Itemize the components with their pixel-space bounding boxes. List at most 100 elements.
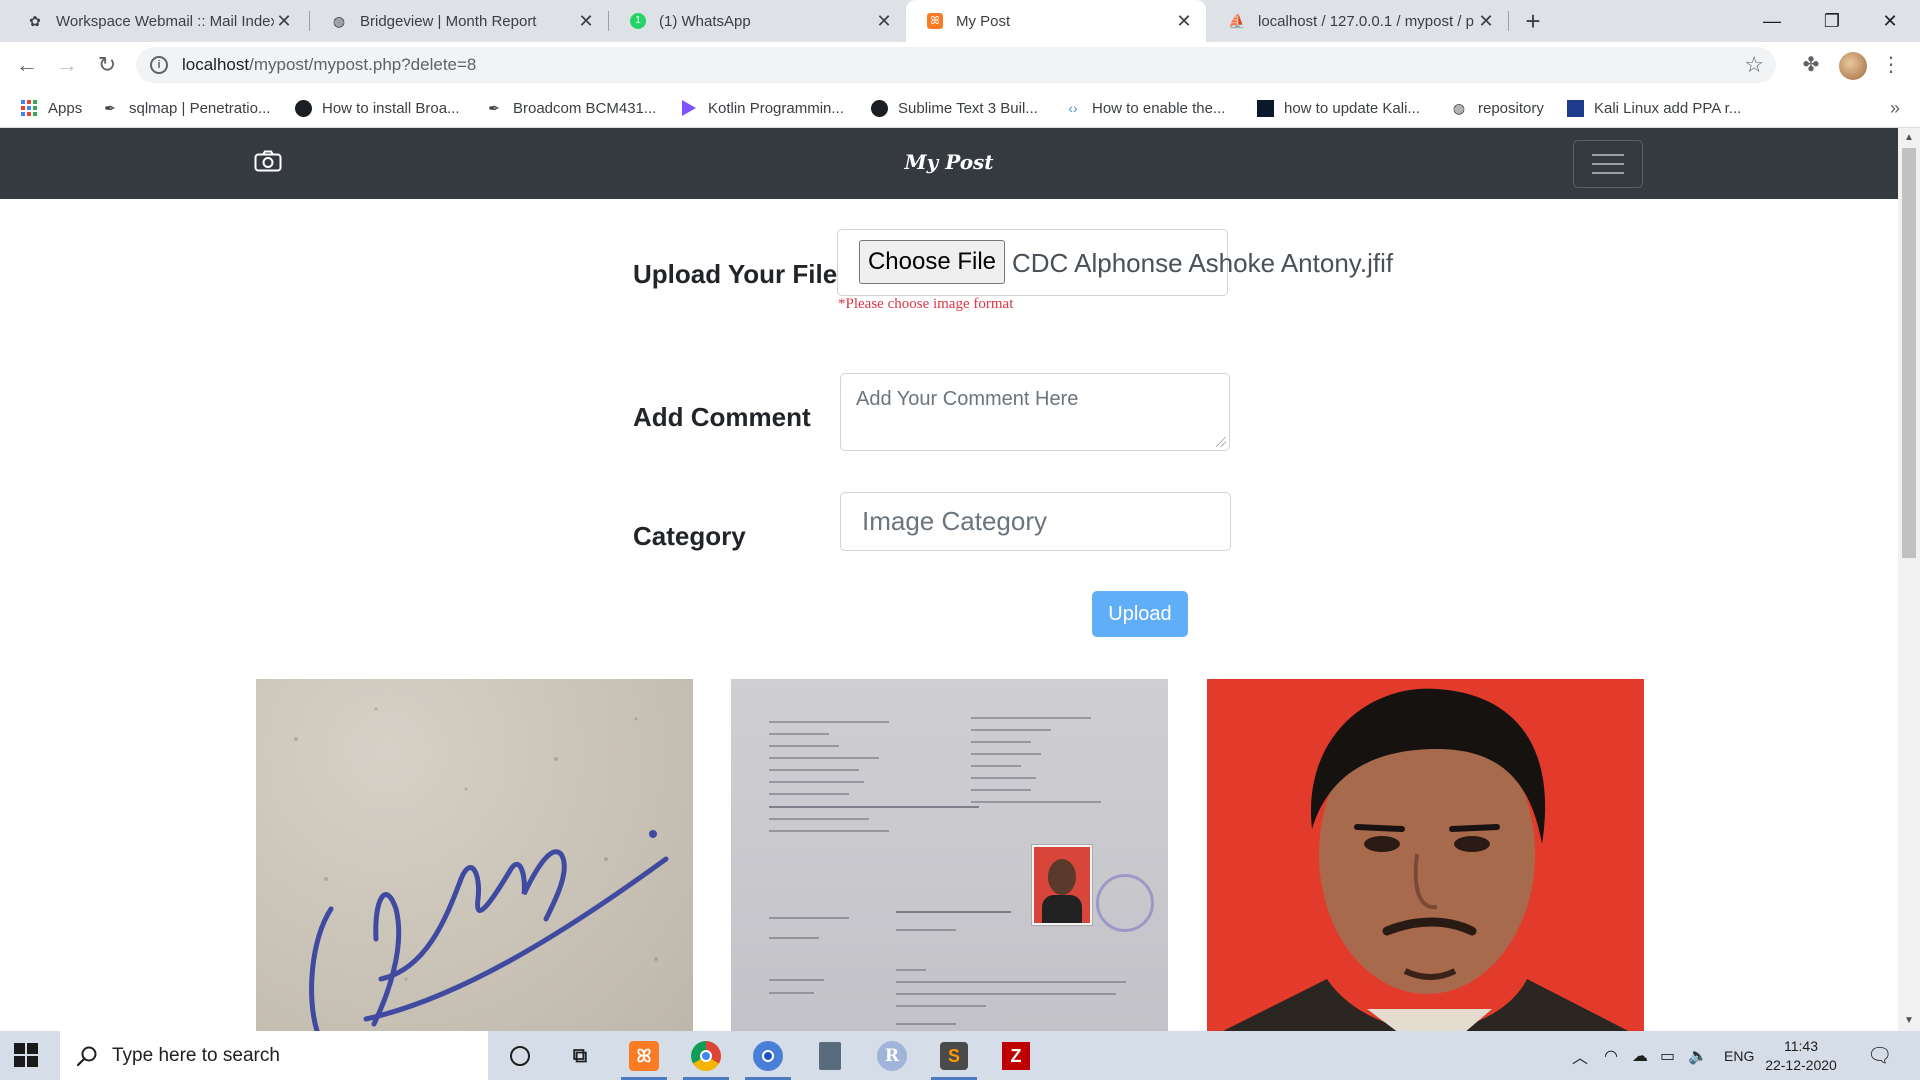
bookmark-broadcom-install[interactable]: How to install Broa... [294, 88, 460, 128]
bookmark-label: Broadcom BCM431... [513, 99, 657, 117]
chrome-icon[interactable] [689, 1039, 723, 1073]
battery-icon[interactable]: ▭ [1660, 1031, 1675, 1080]
new-tab-button[interactable]: + [1518, 6, 1548, 36]
close-tab-icon[interactable]: ✕ [874, 11, 894, 32]
bookmark-star-icon[interactable]: ☆ [1744, 52, 1764, 78]
notifications-icon[interactable]: 🗨 [1867, 1031, 1892, 1080]
category-label: Category [633, 521, 746, 551]
bookmark-enable[interactable]: ‹› How to enable the... [1064, 88, 1225, 128]
close-tab-icon[interactable]: ✕ [1476, 11, 1496, 32]
category-input[interactable]: Image Category [840, 492, 1231, 551]
document-text-line [769, 917, 849, 919]
close-tab-icon[interactable]: ✕ [274, 11, 294, 32]
bookmark-kali-update[interactable]: how to update Kali... [1256, 88, 1420, 128]
terminal-icon [1256, 99, 1274, 117]
tab-my-post[interactable]: ꕤ My Post ✕ [906, 0, 1206, 42]
r-icon[interactable]: R [875, 1039, 909, 1073]
scroll-up-arrow-icon[interactable]: ▲ [1898, 132, 1920, 143]
bookmark-sublime[interactable]: Sublime Text 3 Buil... [870, 88, 1038, 128]
system-clock[interactable]: 11:43 22-12-2020 [1765, 1037, 1837, 1075]
scrollbar-thumb[interactable] [1902, 148, 1916, 558]
bookmark-label: repository [1478, 99, 1544, 117]
document-text-line [896, 969, 926, 971]
cortana-icon[interactable] [503, 1039, 537, 1073]
reload-icon[interactable]: ↻ [92, 50, 122, 80]
comment-textarea[interactable]: Add Your Comment Here [840, 373, 1230, 451]
document-text-line [896, 1005, 986, 1007]
chrome-icon[interactable] [751, 1039, 785, 1073]
resize-grip-icon[interactable] [1216, 437, 1226, 447]
filezilla-icon[interactable]: Z [999, 1039, 1033, 1073]
signature-drawing [294, 707, 669, 1031]
show-hidden-icons-icon[interactable]: ︿ [1572, 1031, 1588, 1080]
windows-start-icon[interactable] [14, 1043, 38, 1067]
task-view-icon[interactable]: ⧉ [563, 1039, 597, 1073]
bookmark-kali-ppa[interactable]: Kali Linux add PPA r... [1566, 88, 1741, 128]
network-icon[interactable]: ◠ [1604, 1031, 1618, 1080]
bookmark-broadcom-bcm[interactable]: ✒ Broadcom BCM431... [485, 88, 656, 128]
sublime-icon[interactable]: S [937, 1039, 971, 1073]
bookmark-kotlin[interactable]: Kotlin Programmin... [680, 88, 844, 128]
taskbar-search-box[interactable]: Type here to search [60, 1031, 488, 1080]
more-bookmarks-icon[interactable]: » [1890, 88, 1900, 128]
address-bar[interactable]: i localhost/mypost/mypost.php?delete=8 ☆ [136, 47, 1776, 83]
github-icon [294, 99, 312, 117]
navbar-toggler-button[interactable] [1573, 140, 1643, 188]
extensions-puzzle-icon[interactable]: ✤ [1796, 50, 1826, 80]
bookmark-apps[interactable]: Apps [20, 88, 82, 128]
document-text-line [769, 781, 864, 783]
calculator-icon[interactable] [813, 1039, 847, 1073]
xampp-taskbar-icon[interactable]: ꕤ [627, 1039, 661, 1073]
document-text-line [769, 733, 829, 735]
phpmyadmin-icon: ⛵ [1228, 12, 1246, 29]
post-image-signature[interactable] [256, 679, 693, 1031]
profile-avatar[interactable] [1839, 52, 1867, 80]
post-image-portrait[interactable] [1207, 679, 1644, 1031]
post-image-document[interactable] [731, 679, 1168, 1031]
hamburger-line [1592, 163, 1624, 165]
apps-grid-icon [20, 99, 38, 117]
tab-phpmyadmin[interactable]: ⛵ localhost / 127.0.0.1 / mypost / p ✕ [1208, 0, 1508, 42]
bookmark-repository[interactable]: ◍ repository [1450, 88, 1544, 128]
forward-arrow-icon[interactable]: → [52, 50, 82, 80]
page-scrollbar[interactable]: ▲ ▼ [1898, 128, 1920, 1031]
bookmark-label: Kotlin Programmin... [708, 99, 844, 117]
document-stamp [1096, 874, 1154, 932]
tab-webmail[interactable]: ✿ Workspace Webmail :: Mail Index ✕ [6, 0, 306, 42]
bookmark-label: how to update Kali... [1284, 99, 1420, 117]
onedrive-icon[interactable]: ☁ [1632, 1031, 1648, 1080]
document-text-line [769, 937, 819, 939]
upload-button[interactable]: Upload [1092, 591, 1188, 637]
clock-date: 22-12-2020 [1765, 1057, 1837, 1073]
info-icon[interactable]: i [150, 56, 168, 74]
site-navbar: My Post [0, 128, 1898, 199]
volume-icon[interactable]: 🔈 [1688, 1031, 1708, 1080]
tab-separator [1508, 11, 1509, 31]
document-text-line [769, 992, 814, 994]
close-tab-icon[interactable]: ✕ [576, 11, 596, 32]
document-text-line [769, 721, 889, 723]
page-viewport: My Post Upload Your File Choose File CDC… [0, 128, 1898, 1031]
language-indicator[interactable]: ENG [1724, 1031, 1754, 1080]
hamburger-line [1592, 172, 1624, 174]
bookmark-label: Apps [48, 99, 83, 117]
tab-whatsapp[interactable]: 1 (1) WhatsApp ✕ [609, 0, 906, 42]
close-tab-icon[interactable]: ✕ [1174, 11, 1194, 32]
document-text-line [769, 769, 859, 771]
bookmark-label: How to enable the... [1092, 99, 1226, 117]
windows-taskbar: Type here to search ⧉ ꕤ R S Z ︿ ◠ ☁ ▭ 🔈 … [0, 1031, 1920, 1080]
more-menu-icon[interactable]: ⋮ [1876, 50, 1906, 80]
document-text-line [769, 745, 839, 747]
taskbar-search-placeholder: Type here to search [112, 1044, 280, 1066]
document-text-line [971, 801, 1101, 803]
restore-button[interactable]: ❐ [1802, 0, 1862, 42]
minimize-button[interactable]: — [1742, 0, 1802, 42]
bookmarks-bar: Apps ✒ sqlmap | Penetratio... How to ins… [0, 88, 1920, 128]
close-window-button[interactable]: ✕ [1860, 0, 1920, 42]
back-arrow-icon[interactable]: ← [12, 50, 42, 80]
tab-bridgeview[interactable]: ◍ Bridgeview | Month Report ✕ [310, 0, 608, 42]
bookmark-sqlmap[interactable]: ✒ sqlmap | Penetratio... [101, 88, 270, 128]
choose-file-button[interactable]: Choose File [859, 240, 1005, 284]
add-comment-label: Add Comment [633, 402, 811, 432]
scroll-down-arrow-icon[interactable]: ▼ [1898, 1015, 1920, 1026]
